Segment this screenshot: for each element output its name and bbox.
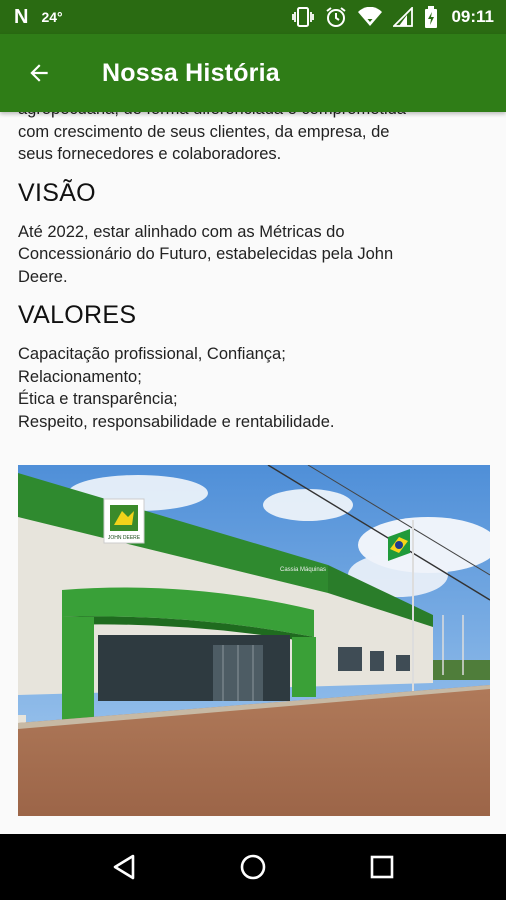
system-nav-bar: [0, 834, 506, 900]
back-triangle-icon: [114, 854, 135, 880]
status-left: N 24°: [14, 6, 63, 29]
list-item: Respeito, responsabilidade e rentabilida…: [18, 412, 335, 431]
text-line: Até 2022, estar alinhado com as Métricas…: [18, 222, 345, 241]
back-button[interactable]: [0, 34, 78, 112]
content-body: agropecuária, de forma diferenciada e co…: [18, 112, 490, 433]
temperature-text: 24°: [41, 9, 63, 25]
store-sign-text: Cassia Máquinas: [280, 567, 326, 573]
logo-text: JOHN DEERE: [108, 535, 141, 541]
list-item: Ética e transparência;: [18, 390, 178, 408]
signal-icon: [393, 7, 414, 27]
nav-back-button[interactable]: [94, 837, 154, 897]
missao-text: agropecuária, de forma diferenciada e co…: [18, 112, 490, 166]
recents-square-icon: [370, 855, 393, 879]
store-photo: JOHN DEERE Cassia Máquinas: [18, 465, 490, 816]
status-time: 09:11: [451, 7, 494, 26]
arrow-back-icon: [30, 64, 48, 82]
home-circle-icon: [240, 854, 266, 880]
text-line: Concessionário do Futuro, estabelecidas …: [18, 245, 394, 263]
page-title: Nossa História: [102, 58, 280, 87]
battery-icon: [425, 6, 438, 28]
valores-list: Capacitação profissional, Confiança; Rel…: [18, 343, 490, 433]
text-line: com crescimento de seus clientes, da emp…: [18, 122, 390, 141]
nav-recents-button[interactable]: [352, 837, 412, 897]
nav-home-button[interactable]: [223, 837, 283, 897]
text-line: Deere.: [18, 267, 68, 286]
notification-n-icon: N: [14, 5, 28, 28]
valores-heading: VALORES: [18, 301, 137, 329]
vibrate-icon: [292, 7, 315, 27]
app-bar: Nossa História: [0, 34, 506, 112]
list-item: Capacitação profissional, Confiança;: [18, 345, 286, 363]
status-bar: N 24° 09:11: [0, 0, 506, 34]
alarm-icon: [326, 7, 347, 27]
content-scroll[interactable]: agropecuária, de forma diferenciada e co…: [0, 112, 506, 834]
visao-text: Até 2022, estar alinhado com as Métricas…: [18, 221, 490, 289]
wifi-icon: [358, 7, 383, 26]
text-line: agropecuária, de forma diferenciada e co…: [18, 112, 490, 121]
status-right: 09:11: [292, 6, 494, 28]
text-line: seus fornecedores e colaboradores.: [18, 145, 282, 163]
store-building-illustration: JOHN DEERE Cassia Máquinas: [18, 465, 490, 816]
visao-heading: VISÃO: [18, 178, 96, 207]
list-item: Relacionamento;: [18, 367, 142, 386]
